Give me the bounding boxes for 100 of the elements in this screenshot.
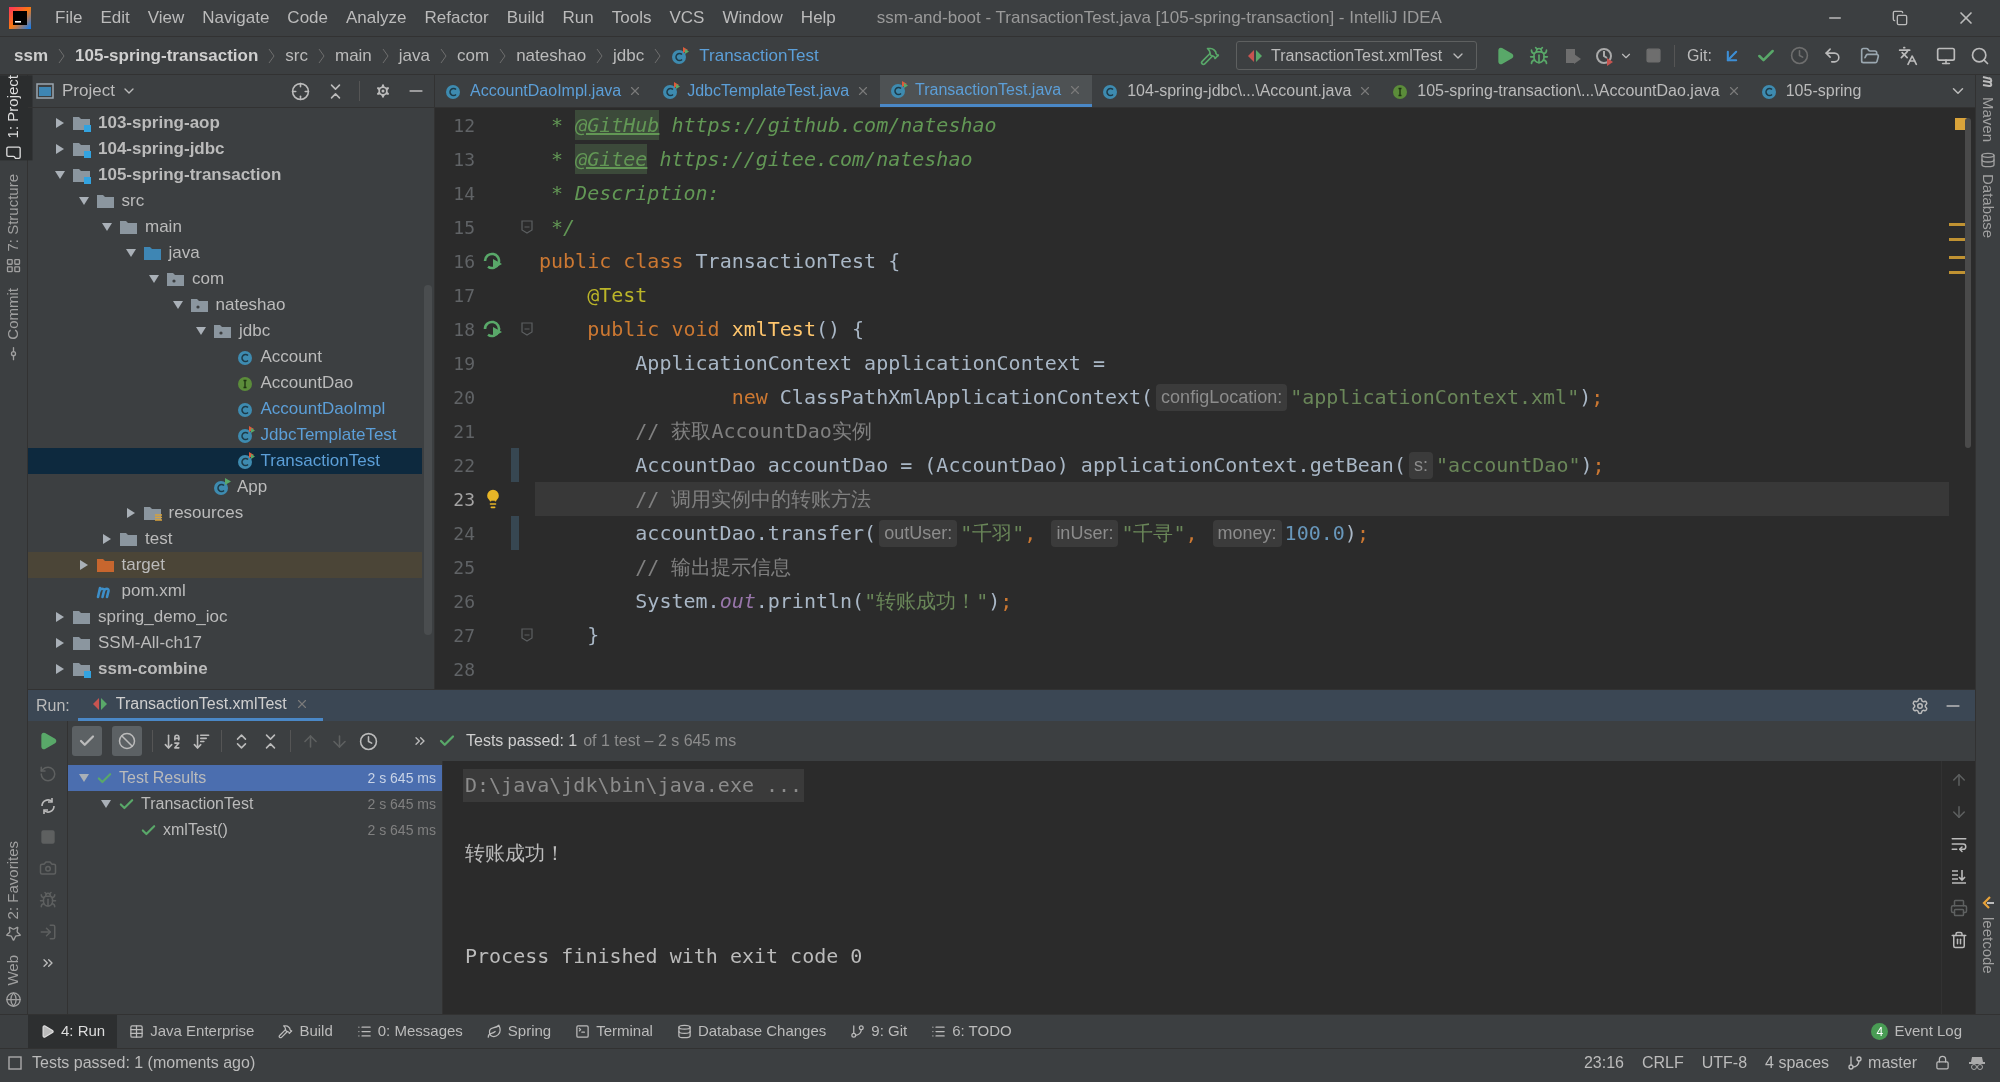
project-view-dropdown[interactable]: Project [62,78,137,104]
breadcrumb[interactable]: nateshao [516,42,587,69]
tool-window-button[interactable]: 4: Run [28,1015,118,1048]
menu-item[interactable]: View [138,5,194,31]
expand-arrow-icon[interactable] [54,143,66,155]
tool-window-button[interactable]: Database Changes [664,1015,839,1048]
expand-arrow-icon[interactable] [54,637,66,649]
breadcrumb[interactable]: 105-spring-transaction [75,42,259,69]
search-icon[interactable] [1970,45,1990,66]
collapse-arrow-icon[interactable] [77,195,90,207]
collapse-arrow-icon[interactable] [171,299,184,311]
tool-window-button[interactable]: Build [266,1015,345,1048]
tool-window-button[interactable]: 9: Git [838,1015,920,1048]
settings-icon[interactable] [1911,696,1929,715]
indent-setting[interactable]: 4 spaces [1765,1050,1830,1075]
tree-item[interactable]: App [28,474,422,500]
tool-window-button[interactable]: Java Enterprise [117,1015,267,1048]
expand-arrow-icon[interactable] [77,559,90,571]
tool-window-button[interactable]: Terminal [563,1015,665,1048]
breadcrumb[interactable]: jdbc [613,42,645,69]
menu-item[interactable]: File [46,5,92,31]
tool-window-button[interactable]: 2: Favorites [0,841,33,942]
expand-arrow-icon[interactable] [54,117,66,129]
run-icon[interactable] [1495,45,1516,66]
file-encoding[interactable]: UTF-8 [1701,1050,1748,1075]
menu-item[interactable]: Window [713,5,792,31]
editor-tab[interactable]: 105-spring-transaction\...\AccountDao.java [1382,75,1751,107]
collapse-arrow-icon[interactable] [148,273,160,285]
tree-item[interactable]: JdbcTemplateTest [28,422,422,448]
translate-icon[interactable] [1898,45,1918,66]
editor-tab[interactable]: 105-spring [1750,75,1872,107]
editor-tab[interactable]: 104-spring-jdbc\...\Account.java [1092,75,1383,107]
menu-item[interactable]: Help [791,5,845,31]
lock-icon[interactable] [1935,1055,1950,1070]
tree-item[interactable]: target [28,552,422,578]
event-log-button[interactable]: 4 Event Log [1861,1015,1972,1048]
tool-window-button[interactable]: 1: Project [0,75,33,161]
toggle-panels-icon[interactable] [8,1055,22,1070]
show-ignored-toggle[interactable] [112,726,142,756]
tree-item[interactable]: TransactionTest [28,448,422,474]
test-history-icon[interactable] [359,731,378,751]
soft-wrap-icon[interactable] [1949,835,1968,853]
tree-item[interactable]: resources [28,500,422,526]
tool-window-button[interactable]: leetcode [1968,895,2000,974]
menu-item[interactable]: Build [497,5,554,31]
tree-item[interactable]: test [28,526,422,552]
collapse-arrow-icon[interactable] [54,169,66,181]
presentation-icon[interactable] [1936,45,1956,66]
tool-window-button[interactable]: Database [1968,152,2000,239]
menu-item[interactable]: Edit [91,5,139,31]
build-icon[interactable] [1200,45,1221,66]
collapse-arrow-icon[interactable] [195,325,207,337]
menu-item[interactable]: Code [278,5,337,31]
menu-item[interactable]: VCS [660,5,714,31]
collapse-arrow-icon[interactable] [100,798,112,810]
collapse-arrow-icon[interactable] [101,221,113,233]
editor-tab[interactable]: JdbcTemplateTest.java [652,75,881,107]
locate-icon[interactable] [291,81,310,101]
expand-arrow-icon[interactable] [54,663,66,675]
run-test-icon[interactable] [482,318,504,340]
breadcrumb[interactable]: com [457,42,490,69]
settings-icon[interactable] [374,82,392,100]
test-result-item[interactable]: TransactionTest 2 s 645 ms [68,791,442,817]
tool-window-button[interactable]: 0: Messages [344,1015,475,1048]
debug-icon[interactable] [1529,45,1550,66]
breadcrumb[interactable]: src [285,42,308,69]
caret-position[interactable]: 23:16 [1583,1050,1624,1075]
sort-alphabetically-icon[interactable] [163,731,182,751]
test-result-item[interactable]: Test Results 2 s 645 ms [68,765,442,791]
collapse-arrow-icon[interactable] [124,247,137,259]
restore-icon[interactable] [1892,10,1908,26]
tree-item[interactable]: AccountDao [28,370,422,396]
show-passed-toggle[interactable] [72,726,102,756]
breadcrumb[interactable]: TransactionTest [699,42,819,69]
tool-window-button[interactable]: Maven [1968,75,2000,143]
clear-icon[interactable] [1949,931,1968,949]
breadcrumb[interactable]: main [334,42,372,69]
menu-item[interactable]: Analyze [337,5,416,31]
breadcrumb[interactable]: ssm [14,42,49,69]
git-branch-widget[interactable]: master [1847,1050,1917,1075]
test-result-item[interactable]: xmlTest() 2 s 645 ms [68,817,442,843]
expand-arrow-icon[interactable] [101,533,113,545]
breadcrumb[interactable]: java [398,42,430,69]
expand-arrow-icon[interactable] [54,611,66,623]
scroll-to-end-icon[interactable] [1949,867,1968,885]
run-test-icon[interactable] [482,250,504,272]
line-separator[interactable]: CRLF [1641,1050,1684,1075]
tree-item[interactable]: spring_demo_ioc [28,604,422,630]
tree-item[interactable]: ssm-combine [28,656,422,682]
project-structure-icon[interactable] [1860,45,1880,66]
inspector-icon[interactable] [1968,1054,1986,1071]
tool-window-button[interactable]: Web [0,955,33,1008]
menu-item[interactable]: Refactor [415,5,498,31]
tree-item[interactable]: AccountDaoImpl [28,396,422,422]
tree-item[interactable]: SSM-All-ch17 [28,630,422,656]
rollback-icon[interactable] [1823,46,1842,65]
tool-window-button[interactable]: Spring [474,1015,564,1048]
menu-item[interactable]: Tools [602,5,661,31]
tool-window-button[interactable]: 6: TODO [919,1015,1024,1048]
menu-item[interactable]: Run [553,5,603,31]
